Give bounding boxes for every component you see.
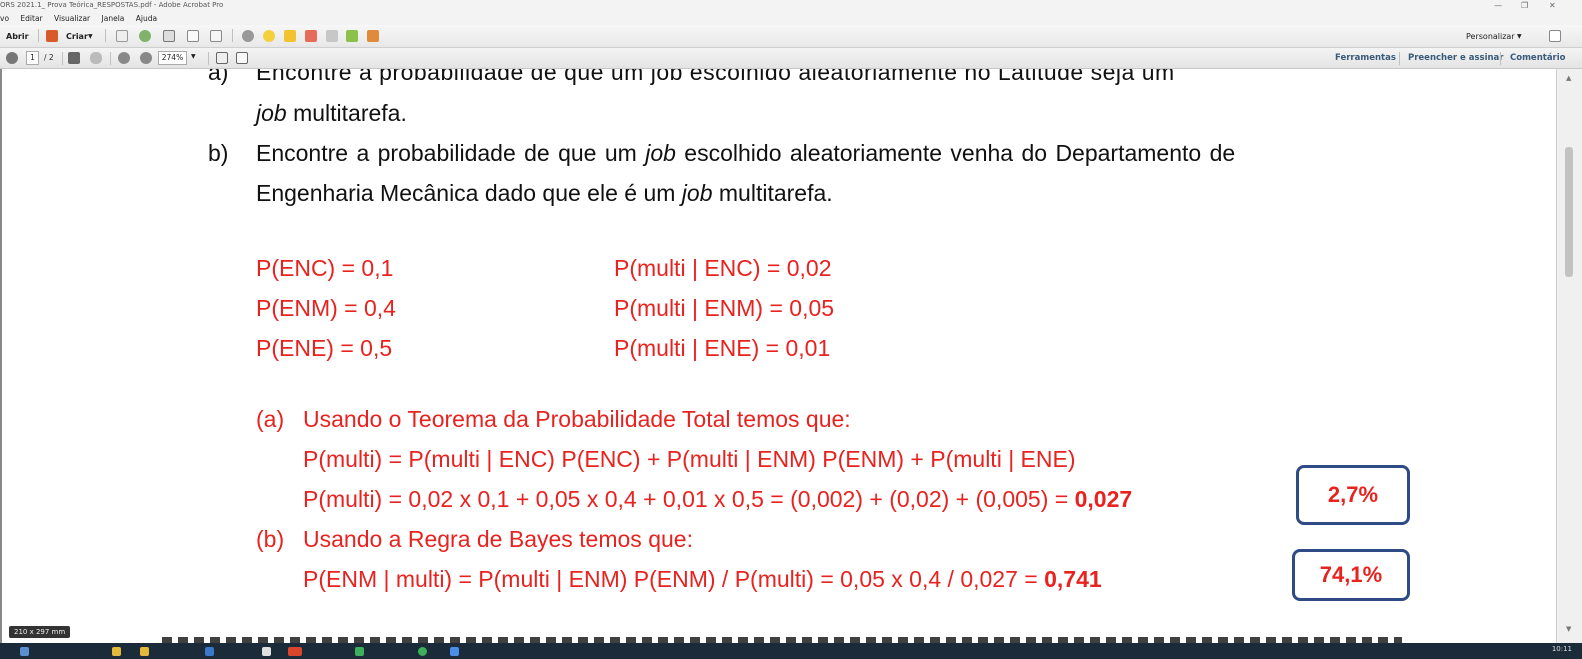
expand-icon[interactable] — [1549, 30, 1561, 42]
item-b-line1-post: escolhido aleatoriamente venha do Depart… — [675, 140, 1236, 166]
solution-b-result: 0,741 — [1044, 566, 1102, 592]
title-bar: ORS 2021.1_ Prova Teórica_RESPOSTAS.pdf … — [0, 0, 1582, 12]
print-icon[interactable] — [163, 30, 175, 42]
start-icon[interactable] — [20, 647, 29, 656]
acrobat-icon[interactable] — [288, 647, 302, 656]
document-view[interactable]: a) Encontre a probabilidade de que um jo… — [0, 69, 1556, 643]
solution-b-calc: P(ENM | multi) = P(multi | ENM) P(ENM) /… — [303, 566, 1102, 593]
menu-help[interactable]: Ajuda — [136, 12, 157, 25]
page-size-tooltip: 210 x 297 mm — [9, 626, 71, 638]
attach-icon[interactable] — [326, 30, 338, 42]
given-multi-enm: P(multi | ENM) = 0,05 — [614, 295, 835, 321]
cloud-icon[interactable] — [139, 30, 151, 42]
item-b-label: b) — [208, 140, 229, 166]
scroll-up-icon[interactable]: ▲ — [1566, 74, 1571, 82]
scroll-down-icon[interactable]: ▼ — [1566, 625, 1571, 633]
close-icon[interactable]: ✕ — [1549, 0, 1556, 11]
item-a-line2: job multitarefa. — [256, 100, 407, 127]
solution-a-calc: P(multi) = 0,02 x 0,1 + 0,05 x 0,4 + 0,0… — [303, 486, 1132, 513]
clock: 10:11 — [1551, 645, 1572, 653]
page-number-input[interactable]: 1 — [26, 51, 39, 65]
item-b-job: job — [645, 140, 676, 166]
menu-edit[interactable]: Editar — [20, 12, 42, 25]
menu-window[interactable]: Janela — [102, 12, 125, 25]
app-icon[interactable] — [205, 647, 214, 656]
export-icon[interactable] — [346, 30, 358, 42]
menu-view[interactable]: Visualizar — [54, 12, 90, 25]
solution-a-calc-text: P(multi) = 0,02 x 0,1 + 0,05 x 0,4 + 0,0… — [303, 486, 1075, 512]
solution-a-formula: P(multi) = P(multi | ENC) P(ENC) + P(mul… — [303, 446, 1076, 472]
chevron-down-icon[interactable]: ▼ — [191, 53, 196, 60]
item-a-rest: multitarefa. — [286, 100, 407, 126]
main-toolbar: Abrir Criar ▼ Personalizar ▼ — [0, 25, 1582, 48]
item-a-label: a) — [208, 69, 229, 85]
solution-a-heading: Usando o Teorema da Probabilidade Total … — [303, 406, 851, 432]
result-box-b: 74,1% — [1292, 549, 1410, 601]
customize-button[interactable]: Personalizar — [1466, 30, 1515, 43]
comment-icon[interactable] — [263, 30, 275, 42]
open-button[interactable]: Abrir — [6, 30, 29, 43]
given-p-enm: P(ENM) = 0,4 — [256, 295, 396, 321]
zoom-out-icon[interactable] — [118, 52, 130, 64]
sign-icon[interactable] — [367, 30, 379, 42]
menu-file[interactable]: vo — [0, 12, 9, 25]
vertical-scrollbar[interactable]: ▲ ▼ — [1556, 69, 1582, 643]
explorer-icon[interactable] — [140, 647, 149, 656]
tools-link[interactable]: Ferramentas — [1335, 53, 1396, 63]
scroll-thumb[interactable] — [1565, 147, 1573, 277]
item-a-line1: Encontre a probabilidade de que um job e… — [256, 69, 1175, 85]
fit-page-icon[interactable] — [216, 52, 228, 64]
email-icon[interactable] — [210, 30, 222, 42]
comment-link[interactable]: Comentário — [1510, 53, 1566, 63]
menu-bar: vo Editar Visualizar Janela Ajuda — [0, 12, 1582, 25]
highlight-icon[interactable] — [284, 30, 296, 42]
item-b-job2: job — [681, 180, 713, 206]
create-pdf-icon — [46, 30, 58, 42]
solution-a-result: 0,027 — [1074, 486, 1133, 512]
solution-b-heading: Usando a Regra de Bayes temos que: — [303, 526, 693, 552]
chrome-icon[interactable] — [418, 647, 427, 656]
create-button[interactable]: Criar — [66, 30, 88, 43]
solution-b-label: (b) — [256, 526, 285, 552]
taskbar: 10:11 — [0, 643, 1582, 659]
window-title: ORS 2021.1_ Prova Teórica_RESPOSTAS.pdf … — [0, 1, 224, 9]
chat-icon[interactable] — [450, 647, 459, 656]
restore-icon[interactable]: ❐ — [1521, 0, 1528, 11]
item-b-line2: Engenharia Mecânica dado que ele é um jo… — [256, 180, 833, 207]
solution-a-label: (a) — [256, 406, 285, 432]
zoom-input[interactable]: 274% — [158, 51, 187, 65]
given-multi-ene: P(multi | ENE) = 0,01 — [614, 335, 831, 361]
item-b-line2-pre: Engenharia Mecânica dado que ele é um — [256, 180, 682, 206]
item-a-job: job — [256, 100, 287, 126]
stamp-icon[interactable] — [305, 30, 317, 42]
navigation-toolbar: 1 / 2 274% ▼ Ferramentas Preencher e ass… — [0, 48, 1582, 69]
item-b-line1: Encontre a probabilidade de que um job e… — [256, 140, 1235, 167]
given-p-ene: P(ENE) = 0,5 — [256, 335, 393, 361]
folder-icon[interactable] — [112, 647, 121, 656]
fit-width-icon[interactable] — [236, 52, 248, 64]
arrow-down-icon[interactable] — [6, 52, 18, 64]
select-tool-icon[interactable] — [68, 52, 80, 64]
zoom-in-icon[interactable] — [140, 52, 152, 64]
item-b-line2-post: multitarefa. — [712, 180, 833, 206]
fill-sign-link[interactable]: Preencher e assinar — [1408, 53, 1503, 63]
edit-icon[interactable] — [187, 30, 199, 42]
solution-b-calc-text: P(ENM | multi) = P(multi | ENM) P(ENM) /… — [303, 566, 1045, 592]
page-total: / 2 — [44, 53, 54, 62]
given-p-enc: P(ENC) = 0,1 — [256, 255, 394, 281]
item-b-line1-pre: Encontre a probabilidade de que um — [256, 140, 646, 166]
hand-tool-icon[interactable] — [90, 52, 102, 64]
minimize-icon[interactable]: — — [1494, 0, 1502, 11]
browser-icon[interactable] — [355, 647, 364, 656]
chevron-down-icon[interactable]: ▼ — [88, 30, 93, 43]
save-icon[interactable] — [116, 30, 128, 42]
doc-icon[interactable] — [262, 647, 271, 656]
given-multi-enc: P(multi | ENC) = 0,02 — [614, 255, 832, 281]
chevron-down-icon[interactable]: ▼ — [1517, 30, 1522, 43]
settings-icon[interactable] — [242, 30, 254, 42]
result-box-a: 2,7% — [1296, 465, 1410, 525]
